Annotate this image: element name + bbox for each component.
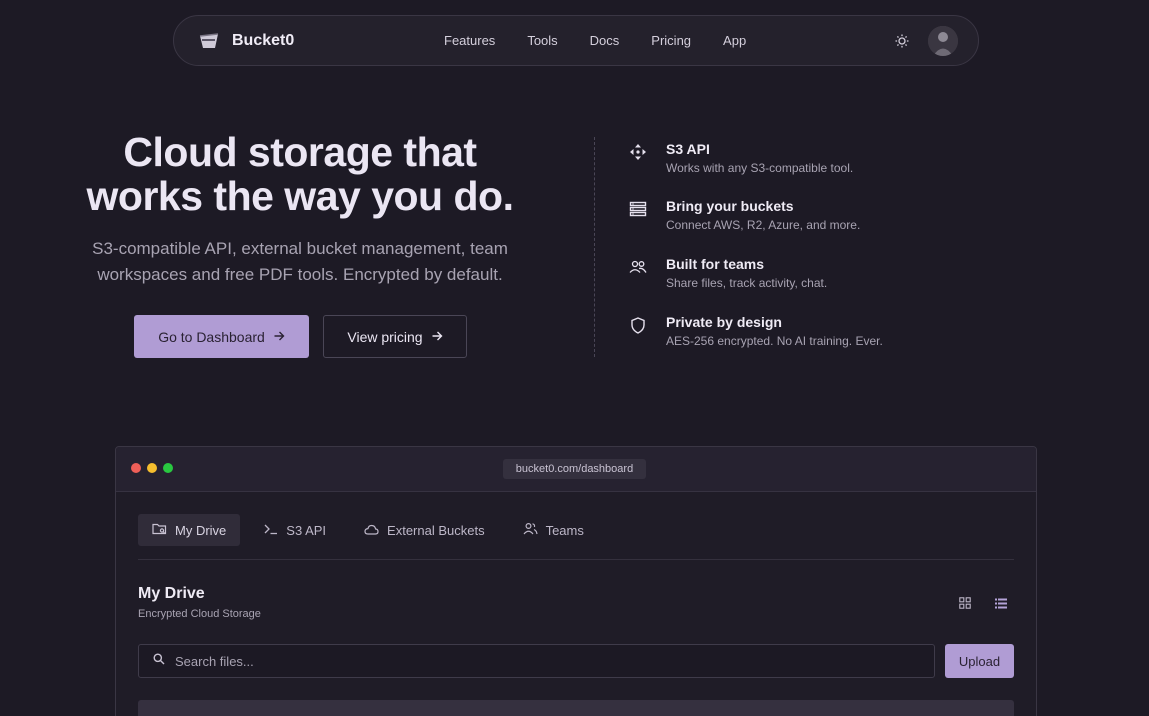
hero-title-line-2: works the way you do. <box>86 173 514 219</box>
maximize-dot-icon <box>163 463 173 473</box>
feature-teams: Built for teams Share files, track activ… <box>628 255 948 290</box>
navbar: Bucket0 Features Tools Docs Pricing App <box>173 15 979 66</box>
nav-link-docs[interactable]: Docs <box>574 33 636 48</box>
feature-desc: AES-256 encrypted. No AI training. Ever. <box>666 334 883 348</box>
hero-subtitle-line-1: S3-compatible API, external bucket manag… <box>92 239 508 258</box>
url-bar: bucket0.com/dashboard <box>503 459 646 479</box>
feature-desc: Connect AWS, R2, Azure, and more. <box>666 218 861 232</box>
feature-desc: Share files, track activity, chat. <box>666 276 828 290</box>
tab-external-buckets[interactable]: External Buckets <box>350 514 499 546</box>
cloud-icon <box>364 523 379 538</box>
users-icon <box>628 257 648 277</box>
nav-link-pricing[interactable]: Pricing <box>635 33 707 48</box>
feature-private: Private by design AES-256 encrypted. No … <box>628 313 948 348</box>
file-list-header <box>138 700 1014 716</box>
tab-label: My Drive <box>175 522 227 538</box>
window-controls <box>131 463 173 473</box>
bucket-logo-icon <box>198 31 220 51</box>
minimize-dot-icon <box>147 463 157 473</box>
search-icon <box>153 652 165 670</box>
nav-link-features[interactable]: Features <box>428 33 511 48</box>
drive-title: My Drive <box>138 585 205 602</box>
tab-label: External Buckets <box>387 522 485 538</box>
users-icon <box>523 522 538 538</box>
list-view-icon[interactable] <box>990 592 1012 614</box>
nav-right <box>890 16 958 65</box>
avatar[interactable] <box>928 25 958 56</box>
feature-bring-buckets: Bring your buckets Connect AWS, R2, Azur… <box>628 197 948 232</box>
feature-s3-api: S3 API Works with any S3-compatible tool… <box>628 140 948 175</box>
feature-desc: Works with any S3-compatible tool. <box>666 161 854 175</box>
view-pricing-label: View pricing <box>347 328 423 345</box>
feature-title: Private by design <box>666 314 782 330</box>
go-to-dashboard-label: Go to Dashboard <box>158 328 265 345</box>
terminal-icon <box>264 523 278 538</box>
sun-icon[interactable] <box>890 29 914 53</box>
hero-subtitle-line-2: workspaces and free PDF tools. Encrypted… <box>97 265 503 284</box>
feature-title: Bring your buckets <box>666 198 794 214</box>
view-pricing-button[interactable]: View pricing <box>323 315 467 358</box>
browser-titlebar: bucket0.com/dashboard <box>116 447 1036 492</box>
nav-link-tools[interactable]: Tools <box>511 33 573 48</box>
hero-subtitle: S3-compatible API, external bucket manag… <box>60 236 540 288</box>
grid-view-icon[interactable] <box>954 592 976 614</box>
nav-link-app[interactable]: App <box>707 33 762 48</box>
hero-divider <box>594 137 595 357</box>
tab-label: Teams <box>545 522 584 538</box>
feature-title: S3 API <box>666 141 710 157</box>
move-arrows-icon <box>628 142 648 162</box>
feature-title: Built for teams <box>666 256 765 272</box>
nav-links: Features Tools Docs Pricing App <box>428 16 762 65</box>
preview-tabs: My Drive S3 API External Buckets Teams <box>138 514 598 546</box>
view-toggle <box>954 592 1012 614</box>
server-stack-icon <box>628 199 648 219</box>
upload-button[interactable]: Upload <box>945 644 1014 678</box>
go-to-dashboard-button[interactable]: Go to Dashboard <box>134 315 309 358</box>
brand-name: Bucket0 <box>232 31 295 49</box>
folder-icon <box>152 522 167 538</box>
arrow-right-icon <box>273 329 285 345</box>
close-dot-icon <box>131 463 141 473</box>
arrow-right-icon <box>431 329 443 345</box>
tabs-divider <box>138 559 1014 560</box>
brand[interactable]: Bucket0 <box>198 31 438 51</box>
tab-my-drive[interactable]: My Drive <box>138 514 241 546</box>
tab-s3-api[interactable]: S3 API <box>250 514 340 546</box>
tab-label: S3 API <box>286 522 327 538</box>
shield-icon <box>628 315 648 335</box>
landing-page: Bucket0 Features Tools Docs Pricing App <box>0 0 1149 716</box>
drive-subtitle: Encrypted Cloud Storage <box>138 608 261 620</box>
dashboard-preview: bucket0.com/dashboard My Drive S3 API Ex… <box>115 446 1037 716</box>
tab-teams[interactable]: Teams <box>509 514 598 546</box>
search-box <box>138 644 935 678</box>
hero-title: Cloud storage that works the way you do. <box>60 130 540 218</box>
search-input[interactable] <box>175 653 934 669</box>
hero-title-line-1: Cloud storage that <box>123 129 477 175</box>
